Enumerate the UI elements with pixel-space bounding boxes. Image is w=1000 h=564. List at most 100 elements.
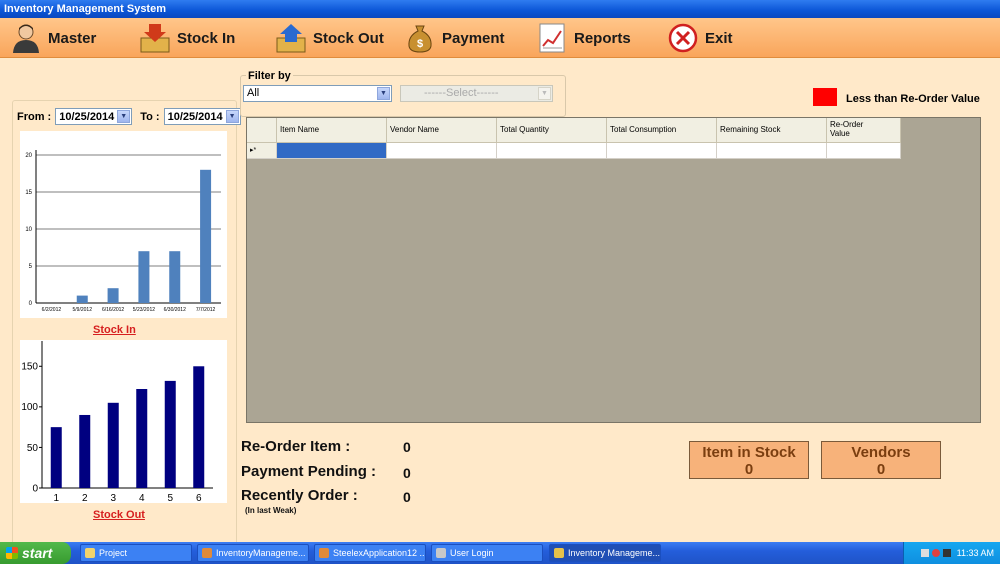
- stock-in-link[interactable]: Stock In: [93, 324, 136, 336]
- bar: [138, 251, 150, 303]
- reorder-item-label: Re-Order Item :: [241, 438, 351, 455]
- reorder-legend-text: Less than Re-Order Value: [846, 93, 980, 105]
- item-in-stock-title: Item in Stock: [702, 444, 796, 461]
- menu-master[interactable]: Master: [10, 20, 96, 56]
- grid-corner-cell: [247, 118, 277, 143]
- bar: [169, 251, 181, 303]
- vendors-tile[interactable]: Vendors 0: [821, 441, 941, 479]
- main-menu-bar: Master Stock In Stock Out $ Payment Repo…: [0, 18, 1000, 58]
- taskbar-item-inventory-2[interactable]: Inventory Manageme...: [549, 544, 661, 562]
- column-header-total-quantity[interactable]: Total Quantity: [497, 118, 607, 143]
- app-icon: [319, 548, 329, 558]
- x-tick-label: 7/7/2012: [196, 307, 216, 313]
- y-tick-label: 10: [25, 227, 32, 233]
- stock-out-link[interactable]: Stock Out: [93, 509, 145, 521]
- recently-order-sub: (In last Weak): [245, 506, 297, 515]
- bar: [107, 288, 119, 303]
- grid-header: Item Name Vendor Name Total Quantity Tot…: [247, 118, 901, 143]
- windows-logo-icon: [6, 547, 18, 559]
- app-icon: [202, 548, 212, 558]
- vendors-title: Vendors: [851, 444, 911, 461]
- taskbar: start Project InventoryManageme... Steel…: [0, 542, 1000, 564]
- grid-new-row[interactable]: ▸*: [247, 143, 901, 159]
- grid-cell[interactable]: [277, 143, 387, 159]
- y-tick-label: 0: [29, 301, 33, 307]
- y-tick-label: 0: [32, 483, 38, 494]
- grid-cell[interactable]: [827, 143, 901, 159]
- x-tick-label: 6/16/2012: [102, 307, 124, 313]
- grid-cell[interactable]: [607, 143, 717, 159]
- y-tick-label: 15: [25, 190, 32, 196]
- x-tick-label: 4: [139, 493, 145, 503]
- menu-payment[interactable]: $ Payment: [404, 20, 505, 56]
- reorder-legend-swatch: [813, 88, 837, 106]
- app-icon: [554, 548, 564, 558]
- stock-in-chart-svg: 0 5 10 15 20 6/2/2012 5/9/2012 6/16/2012 5/23/20…: [25, 150, 221, 313]
- window-title: Inventory Management System: [4, 3, 166, 15]
- chevron-down-icon[interactable]: ▼: [117, 110, 131, 123]
- menu-reports-label: Reports: [574, 29, 631, 47]
- taskbar-item-label: SteelexApplication12 ...: [333, 548, 426, 558]
- column-header-item-name[interactable]: Item Name: [277, 118, 387, 143]
- menu-stock-out[interactable]: Stock Out: [275, 20, 384, 56]
- bar: [50, 427, 62, 488]
- menu-reports[interactable]: Reports: [536, 20, 631, 56]
- filter-select-value: All: [247, 87, 260, 99]
- lock-icon: [436, 548, 446, 558]
- grid-cell[interactable]: [717, 143, 827, 159]
- recently-order-label: Recently Order :: [241, 487, 358, 504]
- filter-select[interactable]: All ▼: [243, 85, 392, 102]
- column-header-total-consumption[interactable]: Total Consumption: [607, 118, 717, 143]
- bar: [107, 402, 119, 488]
- start-label: start: [22, 545, 53, 561]
- x-tick-label: 5/9/2012: [73, 307, 93, 313]
- bar: [76, 295, 88, 303]
- chevron-down-icon[interactable]: ▼: [225, 110, 239, 123]
- column-header-vendor-name[interactable]: Vendor Name: [387, 118, 497, 143]
- start-button[interactable]: start: [0, 542, 71, 564]
- menu-stock-out-label: Stock Out: [313, 29, 384, 47]
- menu-payment-label: Payment: [442, 29, 505, 47]
- filter-secondary-value: ------Select------: [424, 87, 499, 99]
- chevron-down-icon[interactable]: ▼: [538, 87, 551, 100]
- menu-exit[interactable]: Exit: [667, 20, 733, 56]
- column-header-reorder-value[interactable]: Re-Order Value: [827, 118, 901, 143]
- y-tick-label: 5: [29, 264, 33, 270]
- inventory-grid[interactable]: Item Name Vendor Name Total Quantity Tot…: [246, 117, 981, 423]
- filter-secondary-select[interactable]: ------Select------ ▼: [400, 85, 553, 102]
- volume-icon[interactable]: [942, 549, 951, 557]
- x-tick-label: 6/2/2012: [42, 307, 62, 313]
- from-label: From :: [17, 110, 52, 123]
- chevron-down-icon[interactable]: ▼: [377, 87, 390, 100]
- taskbar-item-inventory-1[interactable]: InventoryManageme...: [197, 544, 309, 562]
- bar: [200, 169, 212, 303]
- filter-label: Filter by: [246, 70, 293, 82]
- payment-pending-label: Payment Pending :: [241, 463, 377, 480]
- y-tick-label: 20: [25, 153, 32, 159]
- taskbar-item-steelex[interactable]: SteelexApplication12 ...: [314, 544, 426, 562]
- grid-cell[interactable]: [497, 143, 607, 159]
- grid-cell[interactable]: [387, 143, 497, 159]
- item-in-stock-tile[interactable]: Item in Stock 0: [689, 441, 809, 479]
- taskbar-item-user-login[interactable]: User Login: [431, 544, 543, 562]
- user-icon: [10, 22, 42, 54]
- svg-text:$: $: [417, 38, 423, 50]
- taskbar-item-label: Inventory Manageme...: [568, 548, 661, 558]
- to-date-value: 10/25/2014: [167, 110, 223, 123]
- shield-icon[interactable]: [931, 549, 940, 557]
- network-icon[interactable]: [920, 549, 929, 557]
- x-tick-label: 5: [167, 493, 173, 503]
- recently-order-value: 0: [403, 489, 411, 505]
- x-tick-label: 1: [53, 493, 59, 503]
- to-date-picker[interactable]: 10/25/2014 ▼: [163, 108, 241, 125]
- y-tick-label: 150: [21, 362, 38, 373]
- menu-stock-in-label: Stock In: [177, 29, 236, 47]
- from-date-value: 10/25/2014: [59, 110, 115, 123]
- from-date-picker[interactable]: 10/25/2014 ▼: [55, 108, 133, 125]
- column-header-remaining-stock[interactable]: Remaining Stock: [717, 118, 827, 143]
- taskbar-item-project[interactable]: Project: [80, 544, 192, 562]
- taskbar-item-label: Project: [99, 548, 128, 558]
- menu-stock-in[interactable]: Stock In: [139, 20, 235, 56]
- to-label: To :: [140, 110, 160, 123]
- new-row-marker: ▸*: [247, 143, 277, 159]
